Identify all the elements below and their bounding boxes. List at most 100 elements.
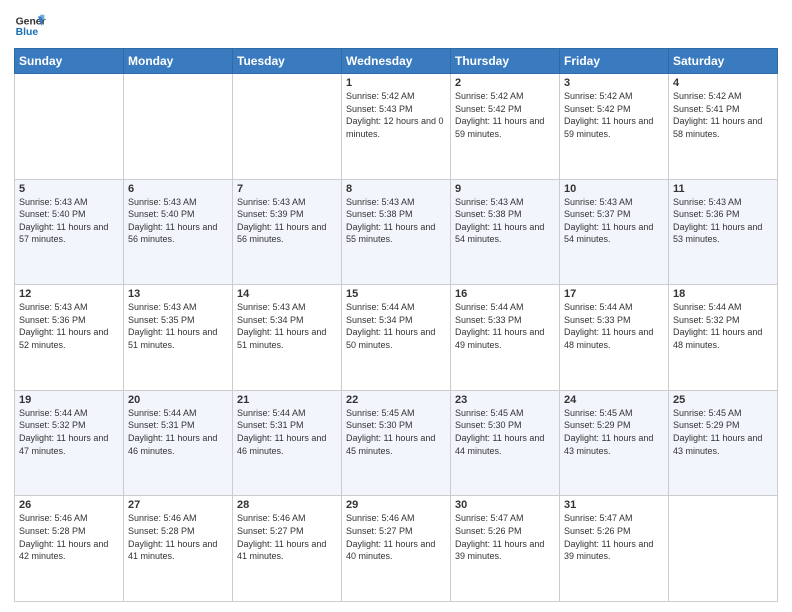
calendar-cell: 2Sunrise: 5:42 AMSunset: 5:42 PMDaylight…: [451, 74, 560, 180]
day-info: Sunrise: 5:42 AMSunset: 5:43 PMDaylight:…: [346, 90, 446, 140]
day-number: 18: [673, 288, 773, 300]
svg-text:Blue: Blue: [16, 27, 39, 38]
calendar-cell: 29Sunrise: 5:46 AMSunset: 5:27 PMDayligh…: [342, 496, 451, 602]
calendar-cell: 24Sunrise: 5:45 AMSunset: 5:29 PMDayligh…: [560, 390, 669, 496]
day-info: Sunrise: 5:43 AMSunset: 5:37 PMDaylight:…: [564, 196, 664, 246]
calendar-cell: 11Sunrise: 5:43 AMSunset: 5:36 PMDayligh…: [669, 179, 778, 285]
calendar-cell: 13Sunrise: 5:43 AMSunset: 5:35 PMDayligh…: [124, 285, 233, 391]
calendar-cell: [233, 74, 342, 180]
day-info: Sunrise: 5:43 AMSunset: 5:36 PMDaylight:…: [673, 196, 773, 246]
calendar-cell: 6Sunrise: 5:43 AMSunset: 5:40 PMDaylight…: [124, 179, 233, 285]
day-number: 28: [237, 499, 337, 511]
day-info: Sunrise: 5:42 AMSunset: 5:42 PMDaylight:…: [564, 90, 664, 140]
day-info: Sunrise: 5:43 AMSunset: 5:34 PMDaylight:…: [237, 301, 337, 351]
day-info: Sunrise: 5:47 AMSunset: 5:26 PMDaylight:…: [455, 512, 555, 562]
day-info: Sunrise: 5:46 AMSunset: 5:27 PMDaylight:…: [237, 512, 337, 562]
day-info: Sunrise: 5:45 AMSunset: 5:29 PMDaylight:…: [673, 407, 773, 457]
weekday-header-thursday: Thursday: [451, 49, 560, 74]
week-row-2: 5Sunrise: 5:43 AMSunset: 5:40 PMDaylight…: [15, 179, 778, 285]
calendar-cell: 4Sunrise: 5:42 AMSunset: 5:41 PMDaylight…: [669, 74, 778, 180]
week-row-3: 12Sunrise: 5:43 AMSunset: 5:36 PMDayligh…: [15, 285, 778, 391]
day-number: 1: [346, 77, 446, 89]
day-number: 29: [346, 499, 446, 511]
weekday-header-friday: Friday: [560, 49, 669, 74]
weekday-header-row: SundayMondayTuesdayWednesdayThursdayFrid…: [15, 49, 778, 74]
calendar-cell: 10Sunrise: 5:43 AMSunset: 5:37 PMDayligh…: [560, 179, 669, 285]
day-number: 15: [346, 288, 446, 300]
day-number: 26: [19, 499, 119, 511]
day-info: Sunrise: 5:42 AMSunset: 5:42 PMDaylight:…: [455, 90, 555, 140]
calendar-cell: 16Sunrise: 5:44 AMSunset: 5:33 PMDayligh…: [451, 285, 560, 391]
day-number: 2: [455, 77, 555, 89]
calendar-cell: 12Sunrise: 5:43 AMSunset: 5:36 PMDayligh…: [15, 285, 124, 391]
calendar-cell: 21Sunrise: 5:44 AMSunset: 5:31 PMDayligh…: [233, 390, 342, 496]
weekday-header-tuesday: Tuesday: [233, 49, 342, 74]
calendar-cell: 27Sunrise: 5:46 AMSunset: 5:28 PMDayligh…: [124, 496, 233, 602]
day-info: Sunrise: 5:43 AMSunset: 5:39 PMDaylight:…: [237, 196, 337, 246]
calendar-cell: 31Sunrise: 5:47 AMSunset: 5:26 PMDayligh…: [560, 496, 669, 602]
calendar-cell: 8Sunrise: 5:43 AMSunset: 5:38 PMDaylight…: [342, 179, 451, 285]
day-info: Sunrise: 5:44 AMSunset: 5:33 PMDaylight:…: [455, 301, 555, 351]
calendar-cell: 9Sunrise: 5:43 AMSunset: 5:38 PMDaylight…: [451, 179, 560, 285]
day-number: 27: [128, 499, 228, 511]
week-row-1: 1Sunrise: 5:42 AMSunset: 5:43 PMDaylight…: [15, 74, 778, 180]
header: General Blue: [14, 10, 778, 42]
calendar-cell: 14Sunrise: 5:43 AMSunset: 5:34 PMDayligh…: [233, 285, 342, 391]
calendar-cell: 1Sunrise: 5:42 AMSunset: 5:43 PMDaylight…: [342, 74, 451, 180]
day-number: 31: [564, 499, 664, 511]
weekday-header-monday: Monday: [124, 49, 233, 74]
calendar-cell: 7Sunrise: 5:43 AMSunset: 5:39 PMDaylight…: [233, 179, 342, 285]
logo-icon: General Blue: [14, 10, 46, 42]
weekday-header-saturday: Saturday: [669, 49, 778, 74]
calendar-cell: 26Sunrise: 5:46 AMSunset: 5:28 PMDayligh…: [15, 496, 124, 602]
page: General Blue SundayMondayTuesdayWednesda…: [0, 0, 792, 612]
day-info: Sunrise: 5:42 AMSunset: 5:41 PMDaylight:…: [673, 90, 773, 140]
day-number: 16: [455, 288, 555, 300]
day-number: 19: [19, 394, 119, 406]
day-info: Sunrise: 5:44 AMSunset: 5:32 PMDaylight:…: [673, 301, 773, 351]
week-row-4: 19Sunrise: 5:44 AMSunset: 5:32 PMDayligh…: [15, 390, 778, 496]
day-number: 23: [455, 394, 555, 406]
calendar-table: SundayMondayTuesdayWednesdayThursdayFrid…: [14, 48, 778, 602]
day-number: 22: [346, 394, 446, 406]
day-number: 8: [346, 183, 446, 195]
calendar-cell: 20Sunrise: 5:44 AMSunset: 5:31 PMDayligh…: [124, 390, 233, 496]
day-info: Sunrise: 5:43 AMSunset: 5:35 PMDaylight:…: [128, 301, 228, 351]
day-number: 6: [128, 183, 228, 195]
day-number: 11: [673, 183, 773, 195]
calendar-cell: 5Sunrise: 5:43 AMSunset: 5:40 PMDaylight…: [15, 179, 124, 285]
week-row-5: 26Sunrise: 5:46 AMSunset: 5:28 PMDayligh…: [15, 496, 778, 602]
day-number: 24: [564, 394, 664, 406]
day-number: 14: [237, 288, 337, 300]
logo: General Blue: [14, 10, 46, 42]
day-info: Sunrise: 5:43 AMSunset: 5:36 PMDaylight:…: [19, 301, 119, 351]
calendar-cell: [669, 496, 778, 602]
day-number: 20: [128, 394, 228, 406]
calendar-cell: 25Sunrise: 5:45 AMSunset: 5:29 PMDayligh…: [669, 390, 778, 496]
calendar-cell: 17Sunrise: 5:44 AMSunset: 5:33 PMDayligh…: [560, 285, 669, 391]
day-info: Sunrise: 5:43 AMSunset: 5:40 PMDaylight:…: [128, 196, 228, 246]
calendar-cell: [124, 74, 233, 180]
day-number: 9: [455, 183, 555, 195]
calendar-cell: 18Sunrise: 5:44 AMSunset: 5:32 PMDayligh…: [669, 285, 778, 391]
day-info: Sunrise: 5:46 AMSunset: 5:28 PMDaylight:…: [19, 512, 119, 562]
day-info: Sunrise: 5:43 AMSunset: 5:40 PMDaylight:…: [19, 196, 119, 246]
day-info: Sunrise: 5:45 AMSunset: 5:30 PMDaylight:…: [455, 407, 555, 457]
day-number: 12: [19, 288, 119, 300]
day-number: 7: [237, 183, 337, 195]
day-info: Sunrise: 5:44 AMSunset: 5:32 PMDaylight:…: [19, 407, 119, 457]
day-info: Sunrise: 5:43 AMSunset: 5:38 PMDaylight:…: [455, 196, 555, 246]
day-info: Sunrise: 5:45 AMSunset: 5:30 PMDaylight:…: [346, 407, 446, 457]
day-info: Sunrise: 5:44 AMSunset: 5:33 PMDaylight:…: [564, 301, 664, 351]
calendar-cell: 28Sunrise: 5:46 AMSunset: 5:27 PMDayligh…: [233, 496, 342, 602]
calendar-cell: 15Sunrise: 5:44 AMSunset: 5:34 PMDayligh…: [342, 285, 451, 391]
day-number: 30: [455, 499, 555, 511]
calendar-cell: [15, 74, 124, 180]
day-number: 10: [564, 183, 664, 195]
day-info: Sunrise: 5:47 AMSunset: 5:26 PMDaylight:…: [564, 512, 664, 562]
day-info: Sunrise: 5:46 AMSunset: 5:28 PMDaylight:…: [128, 512, 228, 562]
day-info: Sunrise: 5:46 AMSunset: 5:27 PMDaylight:…: [346, 512, 446, 562]
weekday-header-sunday: Sunday: [15, 49, 124, 74]
day-info: Sunrise: 5:44 AMSunset: 5:31 PMDaylight:…: [128, 407, 228, 457]
calendar-cell: 3Sunrise: 5:42 AMSunset: 5:42 PMDaylight…: [560, 74, 669, 180]
